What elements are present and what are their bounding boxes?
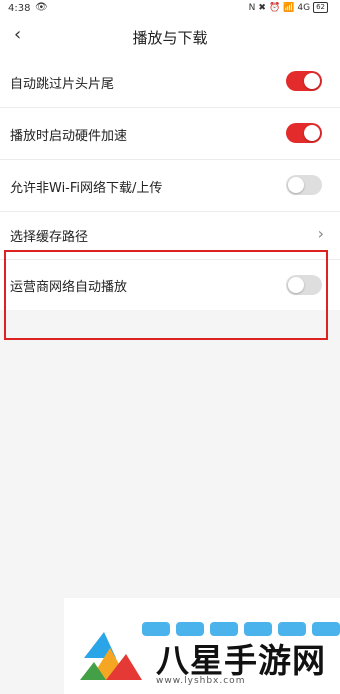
chevron-right-icon: ›	[317, 224, 324, 243]
carrier-autoplay-toggle[interactable]	[286, 275, 322, 295]
network-type-icon: 4G	[297, 2, 311, 13]
watermark: 八星手游网 www.lyshbx.com	[64, 598, 340, 694]
header: ‹ 播放与下载	[0, 18, 340, 56]
setting-row-skip-intro: 自动跳过片头片尾	[0, 56, 340, 108]
setting-label-non-wifi: 允许非Wi-Fi网络下载/上传	[10, 181, 163, 196]
toggle-knob	[288, 177, 304, 193]
watermark-url: www.lyshbx.com	[156, 676, 246, 686]
eye-icon: 👁	[35, 2, 48, 13]
skip-intro-toggle[interactable]	[286, 71, 322, 91]
setting-row-carrier-autoplay: 运营商网络自动播放	[0, 260, 340, 310]
battery-icon: 62	[313, 2, 328, 13]
setting-label-cache-path: 选择缓存路径	[10, 230, 89, 245]
watermark-logo-icon	[80, 632, 142, 680]
hw-accel-toggle[interactable]	[286, 123, 322, 143]
setting-row-cache-path[interactable]: 选择缓存路径 ›	[0, 212, 340, 260]
watermark-title: 八星手游网	[156, 641, 326, 680]
status-bar: 4:38 👁 N ✖ ⏰ 📶 4G 62	[0, 0, 340, 18]
mute-icon: ✖	[258, 2, 266, 13]
toggle-knob	[304, 73, 320, 89]
signal-icon: 📶	[283, 2, 295, 13]
setting-label-hw-accel: 播放时启动硬件加速	[10, 129, 128, 144]
status-time: 4:38	[8, 3, 31, 14]
status-icons: N ✖ ⏰ 📶 4G 62	[249, 2, 328, 13]
non-wifi-toggle[interactable]	[286, 175, 322, 195]
alarm-icon: ⏰	[268, 2, 281, 13]
setting-row-non-wifi: 允许非Wi-Fi网络下载/上传	[0, 160, 340, 212]
nfc-icon: N	[248, 2, 256, 13]
toggle-knob	[304, 125, 320, 141]
page-title: 播放与下载	[132, 29, 208, 47]
toggle-knob	[288, 277, 304, 293]
setting-label-carrier-autoplay: 运营商网络自动播放	[10, 280, 128, 295]
setting-row-hw-accel: 播放时启动硬件加速	[0, 108, 340, 160]
setting-label-skip-intro: 自动跳过片头片尾	[10, 77, 115, 92]
